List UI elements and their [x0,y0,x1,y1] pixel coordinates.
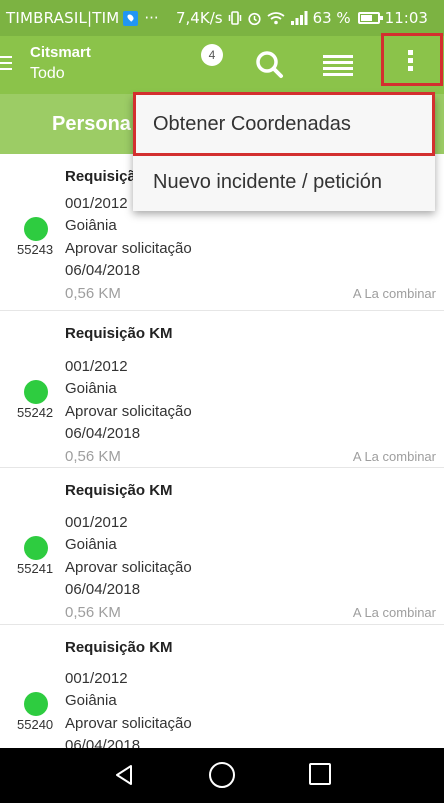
more-options-button[interactable] [381,33,443,86]
item-date: 06/04/2018 [65,262,141,279]
menu-item-obtener-coordenadas[interactable]: Obtener Coordenadas [133,95,435,153]
back-icon[interactable] [112,763,136,787]
menu-item-nuevo-incidente[interactable]: Nuevo incidente / petición [133,153,435,211]
item-city: Goiânia [65,692,117,709]
clock: 11:03 [384,9,428,27]
item-title: Requisição KM [65,482,173,499]
home-icon[interactable] [209,762,235,788]
item-action: Aprovar solicitação [65,715,192,732]
alarm-icon [247,12,261,25]
status-dot [24,380,48,404]
section-title[interactable]: Persona [52,113,131,136]
status-bar-left: TIMBRASIL|TIM ··· [6,9,159,27]
item-title: Requisição KM [65,325,173,342]
app-title: Citsmart [30,44,91,61]
search-icon [256,51,283,78]
item-date: 06/04/2018 [65,581,141,598]
item-distance: 0,56 KM [65,604,121,621]
item-city: Goiânia [65,217,117,234]
item-code: 001/2012 [65,514,128,531]
item-distance: 0,56 KM [65,285,121,302]
item-number: 55240 [17,717,54,732]
status-bar-right: 7,4K/s 63 % 11:03 [176,9,428,27]
list-item[interactable]: Requisição KM 001/2012 Goiânia 55242 Apr… [0,311,444,468]
overflow-menu: Obtener Coordenadas Nuevo incidente / pe… [133,95,435,211]
system-nav-bar [0,748,444,803]
item-status: A La combinar [352,449,436,464]
status-bar: TIMBRASIL|TIM ··· 7,4K/s 63 % 11:03 [0,0,444,36]
item-city: Goiânia [65,536,117,553]
search-button[interactable] [250,48,290,82]
more-vert-icon [408,50,413,74]
item-city: Goiânia [65,380,117,397]
recent-apps-icon[interactable] [309,763,331,785]
item-code: 001/2012 [65,195,128,212]
item-number: 55241 [17,561,54,576]
app-subtitle: Todo [30,65,65,82]
wifi-icon [267,12,285,25]
item-action: Aprovar solicitação [65,240,192,257]
notification-count-badge[interactable]: 4 [201,44,223,66]
item-number: 55243 [17,242,54,257]
request-list: Requisição KM 001/2012 Goiânia 55243 Apr… [0,154,444,782]
item-number: 55242 [17,405,54,420]
item-code: 001/2012 [65,670,128,687]
item-code: 001/2012 [65,358,128,375]
hamburger-icon[interactable] [0,56,14,72]
network-speed: 7,4K/s [176,9,223,27]
notification-overflow: ··· [144,9,159,27]
item-date: 06/04/2018 [65,425,141,442]
list-icon [323,55,353,58]
item-action: Aprovar solicitação [65,403,192,420]
battery-icon [357,12,383,24]
item-title: Requisição KM [65,639,173,656]
location-icon [123,10,139,26]
item-status: A La combinar [352,605,436,620]
signal-icon [290,11,308,25]
app-screen: TIMBRASIL|TIM ··· 7,4K/s 63 % 11:03 Cits… [0,0,444,803]
carrier-label: TIMBRASIL|TIM [6,9,120,27]
list-item[interactable]: Requisição KM 001/2012 Goiânia 55241 Apr… [0,468,444,625]
status-dot [24,536,48,560]
status-dot [24,692,48,716]
item-action: Aprovar solicitação [65,559,192,576]
list-view-button[interactable] [318,48,358,82]
status-dot [24,217,48,241]
vibrate-icon [228,11,241,25]
item-status: A La combinar [352,286,436,301]
app-toolbar: Citsmart Todo 4 [0,33,444,94]
item-distance: 0,56 KM [65,448,121,465]
battery-percent: 63 % [312,9,351,27]
